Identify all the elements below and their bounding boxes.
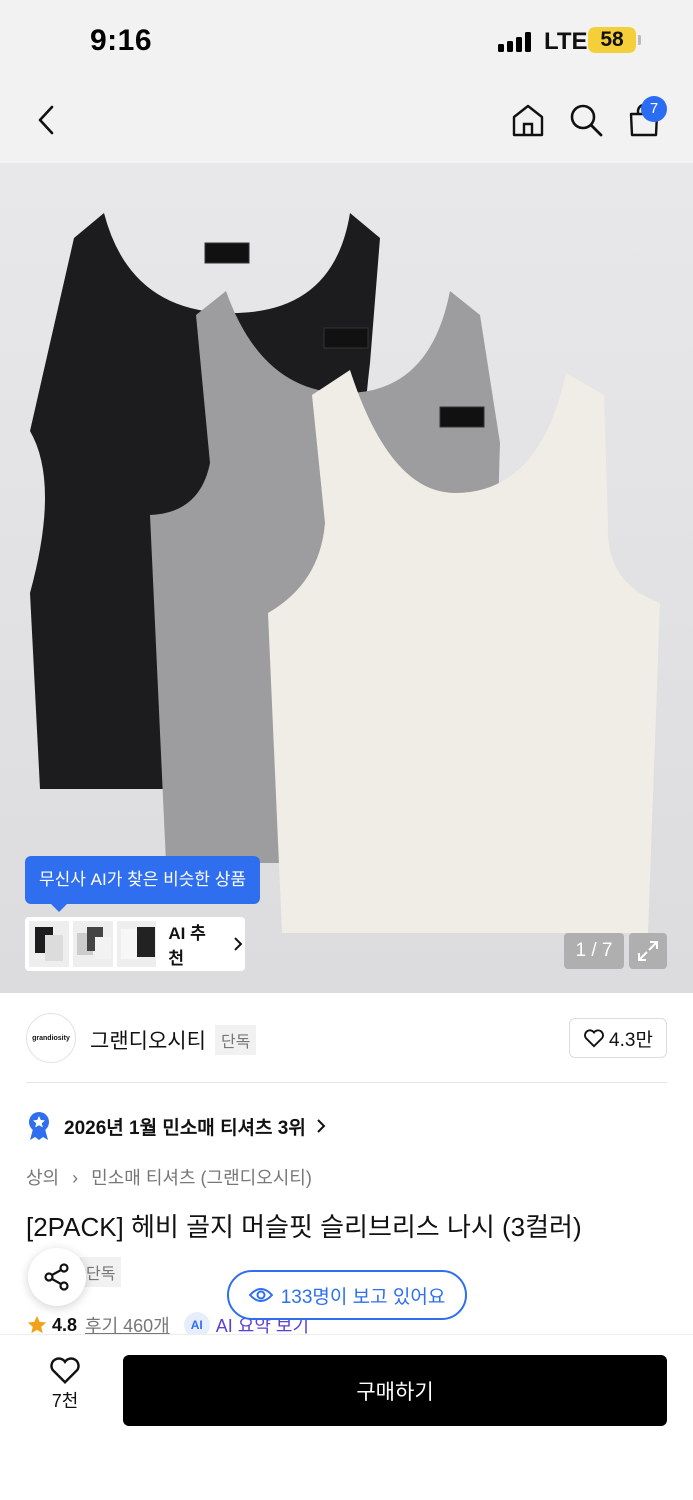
brand-logo[interactable]: grandiosity bbox=[26, 1013, 76, 1063]
status-bar: 9:16 LTE 58 bbox=[0, 0, 693, 82]
brand-like-count: 4.3만 bbox=[609, 1029, 653, 1051]
brand-exclusive-tag: 단독 bbox=[215, 1025, 257, 1055]
ai-thumb-1 bbox=[29, 921, 69, 967]
divider bbox=[26, 1082, 667, 1083]
chevron-right-icon bbox=[234, 937, 243, 951]
signal-icon bbox=[498, 32, 538, 52]
ai-thumb-3 bbox=[116, 921, 157, 967]
ranking-badge-icon bbox=[29, 1112, 49, 1140]
brand-row[interactable]: grandiosity 그랜디오시티 단독 4.3만 bbox=[0, 993, 693, 1083]
favorite-count: 7천 bbox=[51, 1391, 79, 1411]
favorite-button[interactable]: 7천 bbox=[26, 1355, 104, 1425]
viewing-count-pill: 133명이 보고 있어요 bbox=[227, 1270, 467, 1320]
network-label: LTE bbox=[544, 28, 588, 55]
battery-tip bbox=[638, 35, 641, 45]
ai-recommend-button[interactable]: AI 추천 bbox=[25, 917, 245, 971]
brand-like-button[interactable]: 4.3만 bbox=[569, 1018, 667, 1058]
star-icon bbox=[27, 1315, 47, 1334]
share-icon bbox=[44, 1263, 69, 1291]
ai-thumb-2 bbox=[72, 921, 113, 967]
ai-recommend-label: AI 추천 bbox=[168, 924, 206, 968]
buy-button[interactable]: 구매하기 bbox=[123, 1355, 667, 1426]
product-title: [2PACK] 헤비 골지 머슬핏 슬리브리스 나시 (3컬러) bbox=[26, 1212, 582, 1242]
expand-icon[interactable] bbox=[629, 933, 667, 969]
breadcrumb-level2[interactable]: 민소매 티셔츠 (그랜디오시티) bbox=[91, 1168, 312, 1188]
share-button[interactable] bbox=[28, 1248, 86, 1306]
home-icon[interactable] bbox=[506, 98, 550, 142]
eye-icon bbox=[248, 1288, 273, 1302]
search-icon[interactable] bbox=[564, 98, 608, 142]
image-counter: 1 / 7 bbox=[564, 933, 624, 969]
chevron-right-icon bbox=[317, 1119, 326, 1133]
product-exclusive-tag: 단독 bbox=[80, 1257, 122, 1287]
ai-tooltip[interactable]: 무신사 AI가 찾은 비슷한 상품 bbox=[25, 856, 260, 912]
breadcrumb-level1[interactable]: 상의 bbox=[26, 1168, 59, 1188]
back-icon[interactable] bbox=[24, 98, 68, 142]
viewing-count-text: 133명이 보고 있어요 bbox=[280, 1286, 446, 1308]
bottom-action-bar: 7천 구매하기 bbox=[0, 1334, 693, 1500]
cart-count-badge: 7 bbox=[641, 96, 667, 122]
heart-icon bbox=[50, 1357, 80, 1385]
breadcrumb-separator-icon: › bbox=[72, 1168, 79, 1188]
battery-icon: 58 bbox=[588, 27, 636, 53]
nav-bar bbox=[0, 82, 693, 163]
status-time: 9:16 bbox=[90, 24, 153, 57]
ranking-text: 2026년 1월 민소매 티셔츠 3위 bbox=[64, 1117, 306, 1139]
breadcrumb: 상의 › 민소매 티셔츠 (그랜디오시티) bbox=[26, 1164, 312, 1190]
brand-name[interactable]: 그랜디오시티 bbox=[90, 1025, 206, 1055]
heart-icon bbox=[584, 1029, 604, 1048]
rating-score: 4.8 bbox=[52, 1314, 78, 1335]
ranking-link[interactable]: 2026년 1월 민소매 티셔츠 3위 bbox=[26, 1110, 328, 1142]
